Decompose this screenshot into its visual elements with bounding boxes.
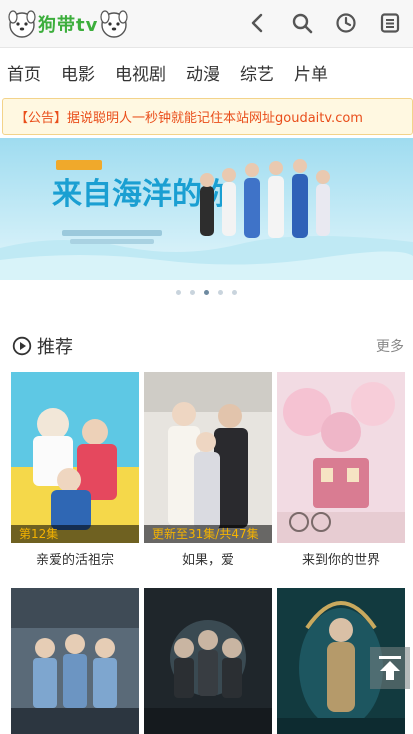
announcement-text: 【公告】据说聪明人一秒钟就能记住本站网址goudaitv.com <box>15 111 363 126</box>
banner-artwork: 来自海洋的你 <box>0 138 413 280</box>
banner-dot[interactable] <box>232 289 237 295</box>
top-bar: 狗带tv <box>0 0 413 48</box>
dog-face-icon <box>8 10 36 38</box>
video-title: 来到你的世界 <box>301 553 380 568</box>
history-clock-icon[interactable] <box>333 10 359 36</box>
recommend-section-header: 推荐 更多 <box>12 332 404 360</box>
video-poster <box>11 588 139 734</box>
nav-item-anime[interactable]: 动漫 <box>186 60 220 85</box>
episode-badge: 更新至31集/共47集 <box>144 525 272 543</box>
arrow-up-icon <box>379 656 401 680</box>
nav-item-variety[interactable]: 综艺 <box>240 60 274 85</box>
hero-banner[interactable]: 来自海洋的你 <box>0 138 413 280</box>
section-title: 推荐 <box>37 337 73 358</box>
menu-list-icon[interactable] <box>377 10 403 36</box>
nav-item-home[interactable]: 首页 <box>7 60 41 85</box>
banner-dot[interactable] <box>218 289 223 295</box>
video-poster: 更新至31集/共47集 <box>144 372 272 543</box>
banner-dot[interactable] <box>176 289 181 295</box>
logo-text: 狗带tv <box>38 15 99 36</box>
back-arrow-icon[interactable] <box>245 10 271 36</box>
site-logo[interactable]: 狗带tv <box>8 4 128 44</box>
banner-pagination <box>0 285 413 299</box>
back-to-top-button[interactable] <box>370 647 410 689</box>
video-card[interactable] <box>144 588 272 734</box>
video-card[interactable]: 第12集 亲爱的活祖宗 <box>11 372 139 568</box>
announcement-bar[interactable]: 【公告】据说聪明人一秒钟就能记住本站网址goudaitv.com <box>2 98 413 135</box>
video-poster: 第12集 <box>11 372 139 543</box>
play-circle-icon <box>12 336 32 356</box>
nav-item-tv-series[interactable]: 电视剧 <box>115 60 166 85</box>
nav-item-playlist[interactable]: 片单 <box>294 60 328 85</box>
nav-item-movie[interactable]: 电影 <box>61 60 95 85</box>
video-card[interactable]: 来到你的世界 <box>277 372 405 568</box>
video-poster <box>277 372 405 543</box>
dog-face-icon <box>100 10 128 38</box>
search-icon[interactable] <box>289 10 315 36</box>
video-title: 亲爱的活祖宗 <box>35 553 114 568</box>
category-nav: 首页 电影 电视剧 动漫 综艺 片单 <box>0 48 413 96</box>
banner-dot[interactable] <box>190 289 195 295</box>
video-poster <box>144 588 272 734</box>
video-card[interactable]: 更新至31集/共47集 如果，爱 <box>144 372 272 568</box>
banner-dot-active[interactable] <box>204 289 209 295</box>
episode-badge: 第12集 <box>11 525 139 543</box>
more-link[interactable]: 更多 <box>376 336 404 356</box>
video-card[interactable] <box>11 588 139 734</box>
video-title: 如果，爱 <box>181 553 234 568</box>
